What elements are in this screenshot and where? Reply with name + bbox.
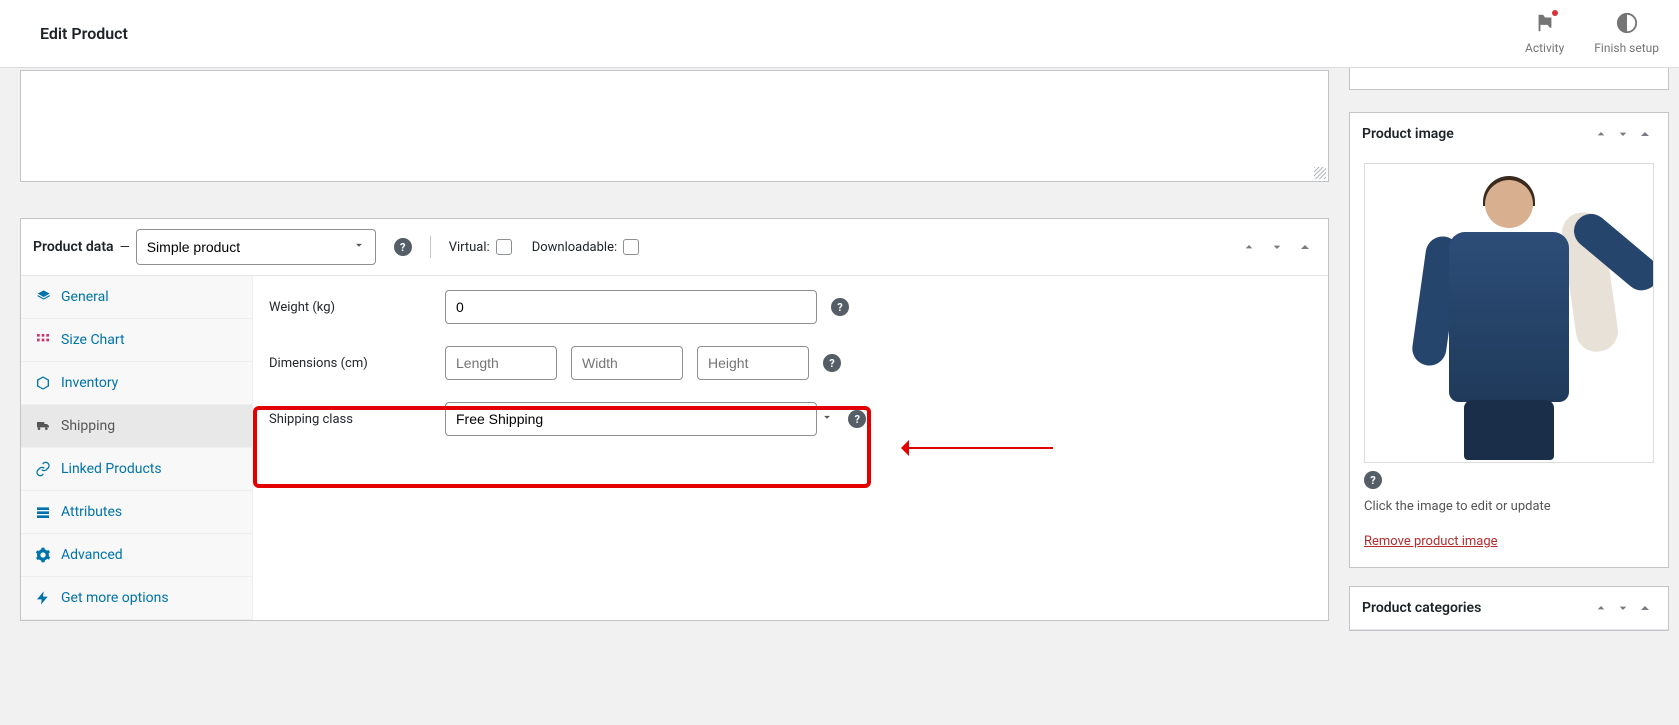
shipping-class-select[interactable]: Free Shipping [445, 402, 817, 436]
tab-label: General [61, 289, 109, 305]
finish-setup-label: Finish setup [1594, 41, 1659, 55]
product-categories-title: Product categories [1362, 600, 1590, 616]
help-icon[interactable]: ? [394, 238, 412, 256]
help-icon[interactable]: ? [823, 354, 841, 372]
width-input[interactable] [571, 346, 683, 380]
dimensions-label: Dimensions (cm) [269, 356, 445, 371]
tab-advanced[interactable]: Advanced [21, 534, 252, 577]
tab-label: Attributes [61, 504, 122, 520]
length-input[interactable] [445, 346, 557, 380]
tab-attributes[interactable]: Attributes [21, 491, 252, 534]
product-data-heading: Product data [33, 239, 114, 255]
help-icon[interactable]: ? [848, 410, 866, 428]
toggle-panel-button[interactable] [1634, 597, 1656, 619]
move-up-button[interactable] [1238, 236, 1260, 258]
tab-label: Inventory [61, 375, 118, 391]
tab-label: Linked Products [61, 461, 162, 477]
height-input[interactable] [697, 346, 809, 380]
product-image-title: Product image [1362, 126, 1590, 142]
product-categories-panel: Product categories [1349, 586, 1669, 631]
activity-button[interactable]: Activity [1525, 12, 1564, 55]
admin-top-bar: Edit Product Activity Finish setup [0, 0, 1679, 68]
chevron-down-icon [820, 413, 834, 428]
move-down-button[interactable] [1612, 597, 1634, 619]
move-down-button[interactable] [1612, 123, 1634, 145]
tab-general[interactable]: General [21, 276, 252, 319]
tab-label: Size Chart [61, 332, 125, 348]
shipping-class-label: Shipping class [269, 412, 445, 427]
move-down-button[interactable] [1266, 236, 1288, 258]
move-up-button[interactable] [1590, 597, 1612, 619]
tab-inventory[interactable]: Inventory [21, 362, 252, 405]
activity-label: Activity [1525, 41, 1564, 55]
help-icon[interactable]: ? [1364, 471, 1382, 489]
image-edit-hint: Click the image to edit or update [1364, 499, 1654, 514]
weight-label: Weight (kg) [269, 300, 445, 315]
tab-label: Get more options [61, 590, 169, 606]
help-icon[interactable]: ? [831, 298, 849, 316]
resize-handle-icon[interactable] [1314, 167, 1326, 179]
product-image-thumbnail[interactable] [1364, 163, 1654, 463]
product-type-select[interactable]: Simple product [136, 229, 376, 265]
checkbox-icon [623, 239, 639, 255]
toggle-panel-button[interactable] [1634, 123, 1656, 145]
tab-shipping[interactable]: Shipping [21, 405, 252, 448]
shipping-pane: Weight (kg) ? Dimensions (cm) ? Shipping… [253, 276, 1328, 620]
virtual-label: Virtual: [449, 240, 490, 255]
description-editor[interactable] [20, 70, 1329, 182]
remove-product-image-link[interactable]: Remove product image [1364, 534, 1498, 549]
virtual-toggle[interactable]: Virtual: [449, 239, 512, 255]
checkbox-icon [496, 239, 512, 255]
circle-half-icon [1616, 12, 1638, 37]
tab-linked-products[interactable]: Linked Products [21, 448, 252, 491]
toggle-panel-button[interactable] [1294, 236, 1316, 258]
downloadable-label: Downloadable: [532, 240, 617, 255]
weight-input[interactable] [445, 290, 817, 324]
flag-icon [1534, 12, 1556, 37]
product-data-panel: Product data — Simple product ? Virtual:… [20, 218, 1329, 621]
move-up-button[interactable] [1590, 123, 1612, 145]
product-data-tabs: General Size Chart Inventory Shipping [21, 276, 253, 620]
separator [430, 236, 431, 258]
collapsed-meta-box[interactable] [1349, 68, 1669, 90]
page-title: Edit Product [40, 24, 128, 43]
tab-label: Advanced [61, 547, 123, 563]
annotation-arrow-icon [893, 444, 1053, 452]
tab-get-more-options[interactable]: Get more options [21, 577, 252, 620]
finish-setup-button[interactable]: Finish setup [1594, 12, 1659, 55]
tab-size-chart[interactable]: Size Chart [21, 319, 252, 362]
tab-label: Shipping [61, 418, 115, 434]
product-image-panel: Product image [1349, 112, 1669, 568]
downloadable-toggle[interactable]: Downloadable: [532, 239, 639, 255]
